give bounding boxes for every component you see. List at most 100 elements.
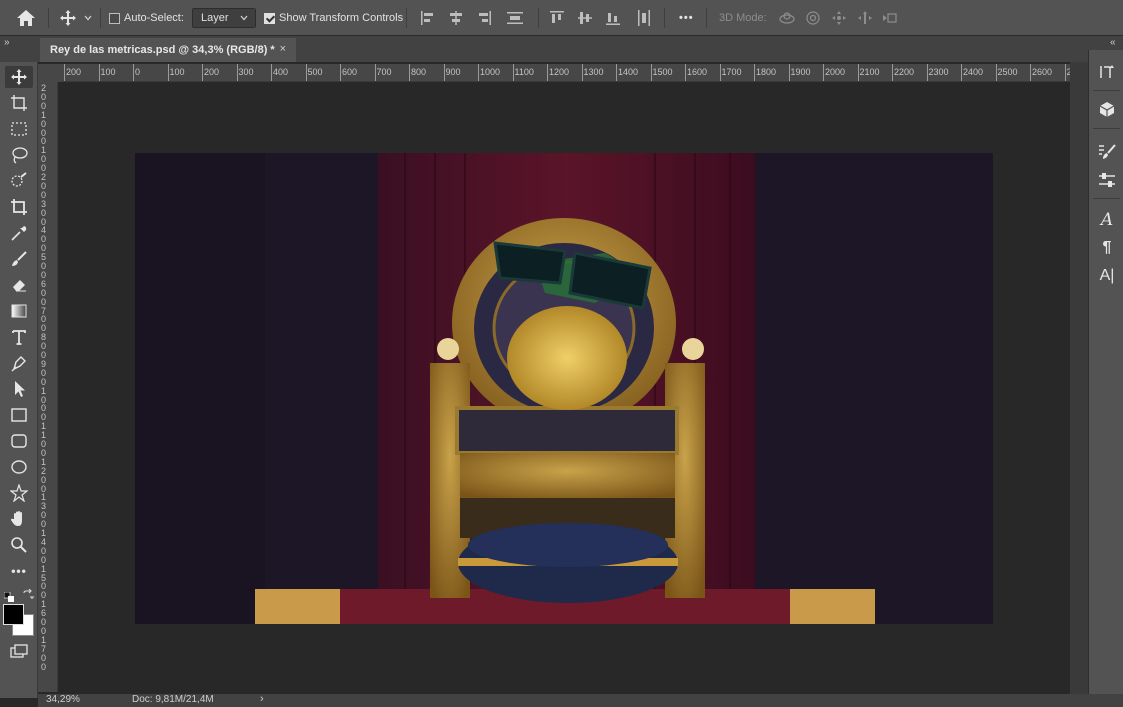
crop-tool[interactable] [5, 196, 33, 218]
hand-tool[interactable] [5, 508, 33, 530]
zoom-tool[interactable] [5, 534, 33, 556]
adjustments-panel-button[interactable] [1097, 170, 1117, 190]
zoom-level[interactable]: 34,29% [46, 694, 80, 705]
3d-mode-label: 3D Mode: [719, 12, 767, 24]
collapse-toolbar-icon[interactable]: » [4, 37, 10, 48]
roll-3d-icon[interactable] [804, 10, 822, 26]
ruler-tick-label: 400 [273, 67, 289, 77]
ruler-tick-label: 1900 [790, 67, 811, 77]
ruler-tick [1064, 64, 1066, 81]
more-options-button[interactable]: ••• [679, 0, 694, 36]
ruler-tick-label: 2000 [825, 67, 846, 77]
document-canvas[interactable] [135, 153, 993, 624]
slide-3d-icon[interactable] [856, 10, 874, 26]
character-panel-button[interactable]: A [1097, 210, 1117, 230]
horizontal-ruler[interactable]: 200 100 0 100 200 300 400 500 600 700 800 900 1000 11… [62, 64, 1070, 82]
history-panel-button[interactable] [1097, 62, 1117, 82]
artboard-tool[interactable] [5, 92, 33, 114]
custom-shape-tool[interactable] [5, 482, 33, 504]
brush-settings-panel-button[interactable] [1097, 142, 1117, 162]
ruler-tick-label: 2300 [928, 67, 949, 77]
ruler-tick-label: 2200 [894, 67, 915, 77]
artboard-icon [11, 95, 27, 111]
align-bottom-icon[interactable] [605, 10, 621, 26]
pen-icon [11, 356, 26, 372]
eraser-tool[interactable] [5, 274, 33, 296]
ruler-tick [995, 64, 997, 81]
distribute-horizontal-icon[interactable] [636, 9, 652, 27]
ruler-tick [478, 64, 479, 81]
ruler-tick [202, 64, 203, 81]
home-button[interactable] [16, 0, 36, 36]
chevron-down-icon [84, 15, 92, 21]
align-top-icon[interactable] [549, 10, 565, 26]
gradient-tool[interactable] [5, 300, 33, 322]
eyedropper-tool[interactable] [5, 222, 33, 244]
ruler-tick-label: 0 [135, 67, 141, 77]
paragraph-panel-button[interactable]: ¶ [1097, 238, 1117, 258]
tools-panel: ••• [0, 62, 38, 698]
align-middle-icon[interactable] [577, 10, 593, 26]
auto-select-checkbox[interactable]: Auto-Select: [109, 0, 184, 36]
orbit-3d-icon[interactable] [778, 10, 796, 26]
ruler-tick-label: 1800 [756, 67, 777, 77]
document-tab[interactable]: Rey de las metricas.psd @ 34,3% (RGB/8) … [40, 38, 296, 62]
vertical-ruler[interactable]: 2001000100200300400500600700800900100011… [38, 82, 58, 692]
ruler-tick-label: 1100 [514, 67, 534, 77]
ruler-tick [926, 64, 928, 81]
rect-marquee-icon [11, 122, 27, 136]
ruler-tick [443, 64, 445, 81]
status-menu-arrow[interactable]: › [260, 693, 264, 705]
align-left-icon[interactable] [420, 10, 436, 26]
ruler-tick-label: 2500 [997, 67, 1018, 77]
type-tool[interactable] [5, 326, 33, 348]
ellipse-tool[interactable] [5, 456, 33, 478]
gradient-icon [11, 304, 27, 318]
brush-tool[interactable] [5, 248, 33, 270]
quick-select-tool[interactable] [5, 170, 33, 192]
collapse-panels-icon[interactable]: « [1110, 37, 1116, 48]
move-tool[interactable] [5, 66, 33, 88]
move-tool-preset[interactable] [59, 0, 93, 36]
ruler-tick [374, 64, 376, 81]
ruler-tick [340, 64, 341, 81]
status-bar: 34,29% Doc: 9,81M/21,4M › [38, 693, 1123, 707]
collapsed-panels-dock: A ¶ A| [1088, 50, 1123, 698]
star-shape-icon [10, 484, 28, 502]
ruler-tick-label: 700 [376, 67, 392, 77]
dropdown-value: Layer [201, 12, 229, 24]
marquee-tool[interactable] [5, 118, 33, 140]
ruler-tick [512, 64, 514, 81]
pen-tool[interactable] [5, 352, 33, 374]
ruler-tick-label: 2100 [859, 67, 880, 77]
arrow-select-icon [15, 381, 25, 397]
auto-select-check-icon [109, 12, 120, 24]
distribute-vertical-icon[interactable] [506, 10, 524, 26]
quick-select-icon [11, 172, 27, 187]
3d-panel-button[interactable] [1097, 100, 1117, 120]
ruler-tick-label: 100 [100, 67, 116, 77]
brush-icon [12, 251, 27, 266]
ruler-tick [719, 64, 721, 81]
close-tab-icon[interactable]: × [280, 43, 286, 55]
more-tools-button[interactable]: ••• [5, 560, 33, 582]
glyphs-panel-button[interactable]: A| [1097, 266, 1117, 286]
ruler-tick [64, 64, 65, 81]
align-right-icon[interactable] [476, 10, 492, 26]
pan-3d-icon[interactable] [830, 10, 848, 26]
lasso-tool[interactable] [5, 144, 33, 166]
align-center-icon[interactable] [448, 10, 464, 26]
show-transform-checkbox[interactable]: Show Transform Controls [264, 0, 403, 36]
rounded-rect-tool[interactable] [5, 430, 33, 452]
options-bar: Auto-Select: Layer Show Transform Contro… [0, 0, 1123, 36]
rectangle-tool[interactable] [5, 404, 33, 426]
path-select-tool[interactable] [5, 378, 33, 400]
screen-mode-icon[interactable] [10, 644, 28, 665]
ruler-tick [167, 64, 169, 81]
move-icon [11, 69, 27, 85]
ruler-tick [547, 64, 548, 81]
foreground-color-swatch[interactable] [3, 604, 24, 625]
auto-select-target-dropdown[interactable]: Layer [192, 8, 256, 28]
scale-3d-icon[interactable] [882, 10, 900, 26]
ruler-tick-label: 2600 [1032, 67, 1053, 77]
